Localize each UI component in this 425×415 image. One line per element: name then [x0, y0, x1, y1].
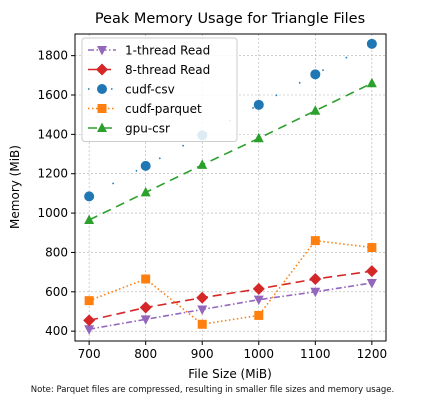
data-point	[84, 214, 95, 224]
data-point	[253, 295, 264, 306]
series-line	[88, 282, 372, 330]
data-point	[197, 319, 207, 329]
legend-label: cudf-parquet	[125, 102, 202, 116]
data-point	[141, 274, 151, 284]
legend-marker	[97, 84, 107, 94]
y-tick-label: 1200	[37, 167, 68, 181]
footnote: Note: Parquet files are compressed, resu…	[30, 385, 395, 395]
x-tick-label: 800	[134, 347, 157, 361]
data-point	[140, 186, 151, 197]
legend: 1-thread Read 8-thread Read cudf-csv cudf-p…	[81, 37, 238, 142]
y-tick-label: 1400	[37, 127, 68, 141]
data-point	[84, 191, 95, 202]
y-tick-label: 800	[45, 245, 68, 259]
x-tick-label: 1000	[243, 347, 274, 361]
series-8-thread-read	[83, 265, 378, 327]
series-1-thread-read	[84, 278, 377, 335]
y-axis-label: Memory (MiB)	[8, 145, 22, 229]
y-tick-label: 600	[45, 285, 68, 299]
chart: Peak Memory Usage for Triangle Files 700…	[8, 11, 388, 381]
data-point	[252, 282, 265, 295]
data-point	[367, 243, 377, 253]
data-point	[365, 265, 378, 278]
data-point	[366, 278, 377, 289]
data-point	[197, 305, 208, 316]
data-point	[366, 77, 377, 88]
y-tick-label: 1600	[37, 88, 68, 102]
data-point	[310, 69, 321, 80]
x-tick-label: 900	[191, 347, 214, 361]
x-axis-label: File Size (MiB)	[188, 367, 272, 381]
y-tick-label: 1800	[37, 49, 68, 63]
legend-marker	[97, 104, 107, 113]
chart-title: Peak Memory Usage for Triangle Files	[95, 11, 365, 27]
series-cudf-parquet	[84, 236, 377, 329]
data-point	[84, 296, 94, 306]
series-line	[88, 239, 372, 326]
data-point	[140, 160, 151, 171]
data-point	[196, 291, 209, 304]
legend-label: gpu-csr	[125, 122, 170, 136]
y-tick-label: 400	[45, 324, 68, 338]
data-point	[310, 105, 321, 115]
data-point	[309, 273, 322, 286]
data-point	[253, 99, 264, 110]
legend-label: cudf-csv	[125, 83, 175, 97]
x-tick-label: 700	[78, 347, 101, 361]
data-point	[83, 314, 96, 327]
legend-label: 8-thread Read	[125, 63, 210, 77]
y-tick-label: 1000	[37, 206, 68, 220]
data-point	[139, 301, 152, 314]
x-tick-label: 1100	[300, 347, 331, 361]
x-tick-label: 1200	[357, 347, 388, 361]
legend-label: 1-thread Read	[125, 44, 210, 58]
data-point	[254, 310, 264, 320]
data-point	[310, 236, 320, 246]
data-point	[366, 38, 377, 49]
data-point	[84, 325, 95, 335]
data-point	[197, 159, 208, 169]
series-line	[88, 270, 372, 322]
